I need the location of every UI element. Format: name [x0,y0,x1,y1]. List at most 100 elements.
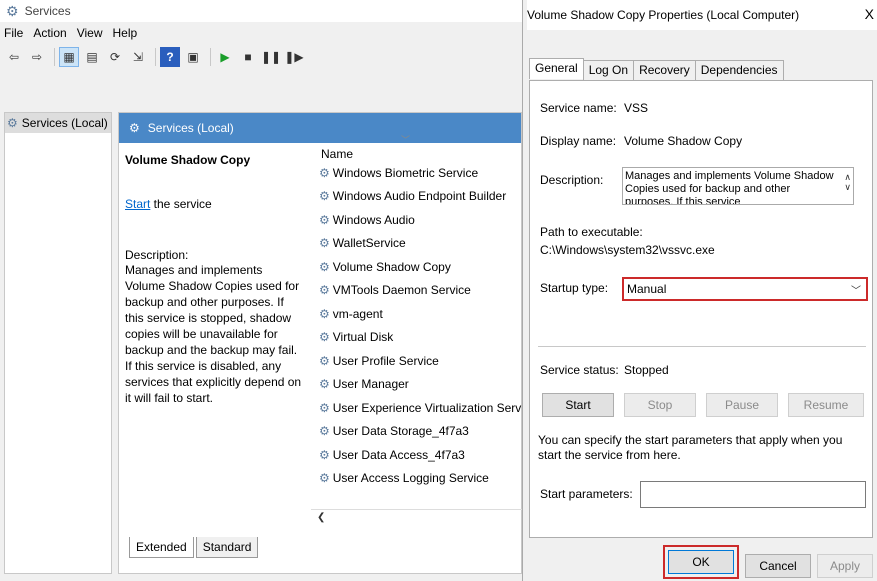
menu-action[interactable]: Action [33,26,66,40]
horizontal-scrollbar[interactable]: ❮ [311,509,523,525]
ok-button-highlight: OK [663,545,739,579]
pause-button[interactable]: Pause [706,393,778,417]
description-scroll-icon[interactable]: ∧ ∨ [844,172,851,192]
service-name: Windows Audio [332,212,415,227]
service-gear-icon: ⚙ [319,400,330,415]
help-icon[interactable]: ? [160,47,180,67]
refresh-icon[interactable]: ⟳ [105,47,125,67]
list-item[interactable]: ⚙ WalletService [311,232,523,256]
menu-view[interactable]: View [77,26,103,40]
show-hide-pane-icon[interactable]: ▣ [183,47,203,67]
console-tree-icon[interactable]: ▦ [59,47,79,67]
list-item[interactable]: ⚙ User Data Access_4f7a3 [311,443,523,467]
service-name: User Profile Service [332,353,439,368]
service-name: Volume Shadow Copy [332,259,451,274]
services-gear-icon: ⚙ [6,2,19,19]
apply-button[interactable]: Apply [817,554,873,578]
restart-service-icon[interactable]: ❚▶ [284,47,304,67]
list-item[interactable]: ⚙ User Profile Service [311,349,523,373]
description-text: Manages and implements Volume Shadow Cop… [625,170,834,205]
selected-service-title: Volume Shadow Copy [125,153,251,167]
list-item[interactable]: ⚙ VMTools Daemon Service [311,279,523,303]
display-name-label: Display name: [540,134,617,148]
service-name: User Access Logging Service [332,471,489,486]
service-gear-icon: ⚙ [319,471,330,486]
cancel-button[interactable]: Cancel [745,554,811,578]
stop-button[interactable]: Stop [624,393,696,417]
service-gear-icon: ⚙ [319,377,330,392]
service-gear-icon: ⚙ [319,353,330,368]
start-button[interactable]: Start [542,393,614,417]
close-icon[interactable]: X [865,6,874,22]
services-window: ⚙ Services File Action View Help ⇦ ⇨ ▦ ▤… [0,0,537,581]
ok-button[interactable]: OK [668,550,734,574]
list-item[interactable]: ⚙ User Data Storage_4f7a3 [311,420,523,444]
chevron-down-icon: ﹀ [851,286,861,297]
column-header-name[interactable]: ﹀ Name [311,133,523,161]
services-pane: ⚙ Services (Local) Volume Shadow Copy St… [118,112,537,574]
tab-general[interactable]: General [529,58,584,79]
menu-file[interactable]: File [4,26,23,40]
start-service-link[interactable]: Start [125,197,150,211]
menu-bar: File Action View Help [0,24,147,42]
services-list: ﹀ Name ⚙ Windows Biometric Service ⚙ Window… [311,133,537,533]
service-name-label: Service name: [540,101,617,115]
service-gear-icon: ⚙ [319,212,330,227]
description-textbox[interactable]: Manages and implements Volume Shadow Cop… [622,167,854,205]
list-item[interactable]: ⚙ Windows Audio [311,208,523,232]
forward-arrow-icon[interactable]: ⇨ [27,47,47,67]
list-item[interactable]: ⚙ Windows Biometric Service [311,161,523,185]
start-service-line: Start the service [125,197,305,211]
start-parameters-input[interactable] [640,481,866,508]
tree-item-label: Services (Local) [21,116,108,130]
startup-type-label: Startup type: [540,281,609,295]
scroll-left-icon[interactable]: ❮ [317,512,325,523]
list-item[interactable]: ⚙ Volume Shadow Copy [311,255,523,279]
sort-chevron-icon: ﹀ [401,135,411,145]
service-name: vm-agent [332,306,383,321]
back-arrow-icon[interactable]: ⇦ [4,47,24,67]
service-gear-icon: ⚙ [319,283,330,298]
properties-icon[interactable]: ▤ [82,47,102,67]
pane-header-title: Services (Local) [147,121,234,135]
service-name-value: VSS [624,101,649,115]
list-item[interactable]: ⚙ Windows Audio Endpoint Builder [311,185,523,209]
tab-recovery[interactable]: Recovery [633,60,696,81]
dialog-tabs: General Log On Recovery Dependencies [529,58,784,81]
start-service-icon[interactable]: ▶ [215,47,235,67]
divider [538,346,866,347]
list-item[interactable]: ⚙ vm-agent [311,302,523,326]
pause-service-icon[interactable]: ❚❚ [261,47,281,67]
list-item[interactable]: ⚙ User Manager [311,373,523,397]
start-parameters-label: Start parameters: [540,487,633,501]
list-item[interactable]: ⚙ User Access Logging Service [311,467,523,491]
general-tab-panel: Service name: VSS Display name: Volume S… [529,80,873,538]
description-label: Description: [125,248,189,262]
dialog-title: Volume Shadow Copy Properties (Local Com… [527,8,800,22]
list-item[interactable]: ⚙ Virtual Disk [311,326,523,350]
startup-type-value: Manual [627,282,667,296]
service-name: VMTools Daemon Service [332,283,471,298]
toolbar: ⇦ ⇨ ▦ ▤ ⟳ ⇲ ? ▣ ▶ ■ ❚❚ ❚▶ [0,44,522,70]
service-name: WalletService [332,236,406,251]
menu-help[interactable]: Help [113,26,138,40]
service-name: User Data Storage_4f7a3 [332,424,469,439]
tab-dependencies[interactable]: Dependencies [694,60,784,81]
tab-log-on[interactable]: Log On [582,60,635,81]
service-name: Windows Biometric Service [332,165,479,180]
description-label: Description: [540,173,604,187]
list-item[interactable]: ⚙ User Experience Virtualization Service [311,396,537,420]
resume-button[interactable]: Resume [788,393,864,417]
tab-extended[interactable]: Extended [129,537,194,558]
startup-type-select[interactable]: Manual ﹀ [622,277,868,301]
service-gear-icon: ⚙ [319,259,330,274]
tree-item-services-local[interactable]: ⚙ Services (Local) [5,113,111,133]
tab-standard[interactable]: Standard [195,537,259,558]
export-list-icon[interactable]: ⇲ [128,47,148,67]
service-name: Virtual Disk [332,330,394,345]
service-gear-icon: ⚙ [319,447,330,462]
stop-service-icon[interactable]: ■ [238,47,258,67]
service-detail-panel: Volume Shadow Copy Start the service Des… [125,153,305,406]
properties-dialog: Volume Shadow Copy Properties (Local Com… [522,0,877,581]
dialog-title-bar: Volume Shadow Copy Properties (Local Com… [527,0,877,30]
